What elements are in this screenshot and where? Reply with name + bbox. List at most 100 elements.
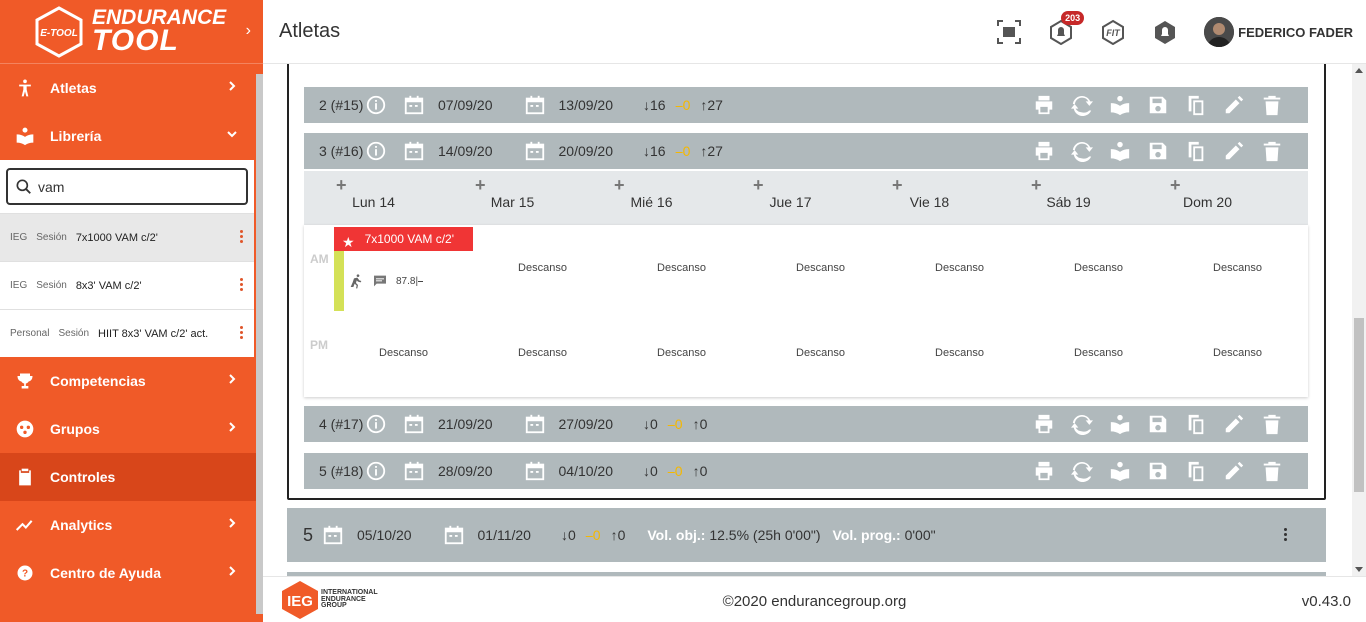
delete-icon[interactable] [1260, 459, 1284, 483]
print-icon[interactable] [1032, 93, 1056, 117]
sidebar-item-controles[interactable]: Controles [0, 453, 263, 501]
info-icon[interactable] [364, 139, 388, 163]
footer: IEG INTERNATIONAL ENDURANCE GROUP ©2020 … [263, 576, 1366, 622]
vol-prog: Vol. prog.: 0'00" [833, 527, 936, 543]
search-box[interactable] [6, 168, 248, 205]
sidebar-item-analytics[interactable]: Analytics [0, 501, 263, 549]
add-session-icon[interactable]: + [892, 175, 903, 196]
sync-icon[interactable] [1070, 412, 1094, 436]
week-label: 2 (#15) [319, 97, 364, 113]
search-input[interactable] [38, 178, 228, 195]
book-reader-icon[interactable] [1108, 459, 1132, 483]
save-icon[interactable] [1146, 412, 1170, 436]
sidebar-item-label: Grupos [50, 421, 100, 437]
scroll-down-icon[interactable] [1355, 567, 1363, 572]
more-vert-icon[interactable] [240, 326, 244, 341]
chevron-right-icon [225, 79, 239, 93]
add-session-icon[interactable]: + [336, 175, 347, 196]
comment-icon[interactable] [372, 273, 388, 289]
main-scrollbar[interactable] [1352, 64, 1366, 576]
rest-day-am: Descanso [1074, 262, 1123, 274]
week-actions [1018, 412, 1284, 436]
save-icon[interactable] [1146, 93, 1170, 117]
info-icon[interactable] [364, 412, 388, 436]
copy-icon[interactable] [1184, 459, 1208, 483]
sync-icon[interactable] [1070, 139, 1094, 163]
sync-icon[interactable] [1070, 93, 1094, 117]
add-session-icon[interactable]: + [753, 175, 764, 196]
save-icon[interactable] [1146, 459, 1170, 483]
library-item-type: Sesión [36, 232, 67, 243]
scrollbar-thumb[interactable] [1354, 318, 1364, 492]
week-actions [1018, 139, 1284, 163]
avatar[interactable] [1204, 17, 1235, 47]
sidebar-item-libreria[interactable]: Librería [0, 112, 263, 160]
delete-icon[interactable] [1260, 412, 1284, 436]
print-icon[interactable] [1032, 139, 1056, 163]
bell-icon[interactable] [1152, 19, 1178, 45]
alerts-hex-icon[interactable]: 203 [1048, 11, 1085, 46]
delete-icon[interactable] [1260, 139, 1284, 163]
copy-icon[interactable] [1184, 412, 1208, 436]
copy-icon[interactable] [1184, 139, 1208, 163]
scroll-up-icon[interactable] [1355, 68, 1363, 73]
library-item-source: IEG [10, 232, 28, 243]
book-reader-icon [14, 125, 36, 147]
session-title-bar[interactable]: ★ 7x1000 VAM c/2' [334, 227, 473, 251]
book-reader-icon[interactable] [1108, 139, 1132, 163]
star-icon: ★ [342, 233, 355, 250]
trophy-icon [14, 370, 36, 392]
user-name[interactable]: FEDERICO FADER [1238, 25, 1353, 40]
library-item[interactable]: Personal Sesión HIIT 8x3' VAM c/2' act. [0, 309, 254, 357]
sidebar-item-ayuda[interactable]: ? Centro de Ayuda [0, 549, 263, 597]
delete-icon[interactable] [1260, 93, 1284, 117]
day-column: + Lun 14 [304, 171, 443, 225]
more-vert-icon[interactable] [240, 230, 244, 245]
sync-icon[interactable] [1070, 459, 1094, 483]
day-name: Lun 14 [352, 194, 395, 210]
load-down: ↓0 [643, 463, 658, 479]
sidebar-item-atletas[interactable]: Atletas [0, 64, 263, 112]
week-load-indicators: ↓0 ⎯0 ↑0 [643, 416, 717, 433]
week-row[interactable]: 3 (#16) 14/09/20 20/09/20 ↓16 ⎯0 ↑27 [304, 133, 1308, 169]
copy-icon[interactable] [1184, 93, 1208, 117]
brand-logo[interactable]: E-TOOL ENDURANCE TOOL › [0, 0, 263, 64]
week-row[interactable]: 2 (#15) 07/09/20 13/09/20 ↓16 ⎯0 ↑27 [304, 87, 1308, 123]
book-reader-icon[interactable] [1108, 93, 1132, 117]
load-up: ↑0 [610, 527, 626, 543]
vol-obj-value: 12.5% (25h 0'00") [709, 527, 821, 543]
add-session-icon[interactable]: + [475, 175, 486, 196]
library-item[interactable]: IEG Sesión 8x3' VAM c/2' [0, 261, 254, 309]
book-reader-icon[interactable] [1108, 412, 1132, 436]
add-session-icon[interactable]: + [614, 175, 625, 196]
week-end-date: 27/09/20 [558, 416, 614, 432]
rest-day-pm: Descanso [1213, 347, 1262, 359]
fit-file-icon[interactable]: FIT [1100, 19, 1126, 46]
info-icon[interactable] [364, 93, 388, 117]
session-card[interactable]: ★ 7x1000 VAM c/2' 87.8|⎯ [334, 227, 473, 311]
sidebar-scrollbar[interactable] [256, 74, 263, 614]
rest-day-am: Descanso [657, 262, 706, 274]
info-icon[interactable] [364, 459, 388, 483]
print-icon[interactable] [1032, 459, 1056, 483]
copyright: ©2020 endurancegroup.org [722, 593, 907, 610]
add-session-icon[interactable]: + [1031, 175, 1042, 196]
more-vert-icon[interactable] [1284, 528, 1288, 543]
save-icon[interactable] [1146, 139, 1170, 163]
sidebar-item-competencias[interactable]: Competencias [0, 357, 263, 405]
edit-icon[interactable] [1222, 139, 1246, 163]
add-session-icon[interactable]: + [1170, 175, 1181, 196]
edit-icon[interactable] [1222, 459, 1246, 483]
week-row[interactable]: 4 (#17) 21/09/20 27/09/20 ↓0 ⎯0 ↑0 [304, 406, 1308, 442]
edit-icon[interactable] [1222, 412, 1246, 436]
fullscreen-icon[interactable] [996, 19, 1022, 45]
week-row[interactable]: 5 (#18) 28/09/20 04/10/20 ↓0 ⎯0 ↑0 [304, 453, 1308, 489]
period-row[interactable]: 5 05/10/20 01/11/20 ↓0 ⎯0 ↑0 Vol. obj.: … [287, 508, 1326, 562]
sidebar-item-grupos[interactable]: Grupos [0, 405, 263, 453]
library-item[interactable]: IEG Sesión 7x1000 VAM c/2' [0, 213, 254, 261]
more-vert-icon[interactable] [240, 278, 244, 293]
print-icon[interactable] [1032, 412, 1056, 436]
week-start-date: 28/09/20 [438, 463, 493, 479]
sidebar-collapse-icon[interactable]: › [246, 22, 251, 40]
edit-icon[interactable] [1222, 93, 1246, 117]
